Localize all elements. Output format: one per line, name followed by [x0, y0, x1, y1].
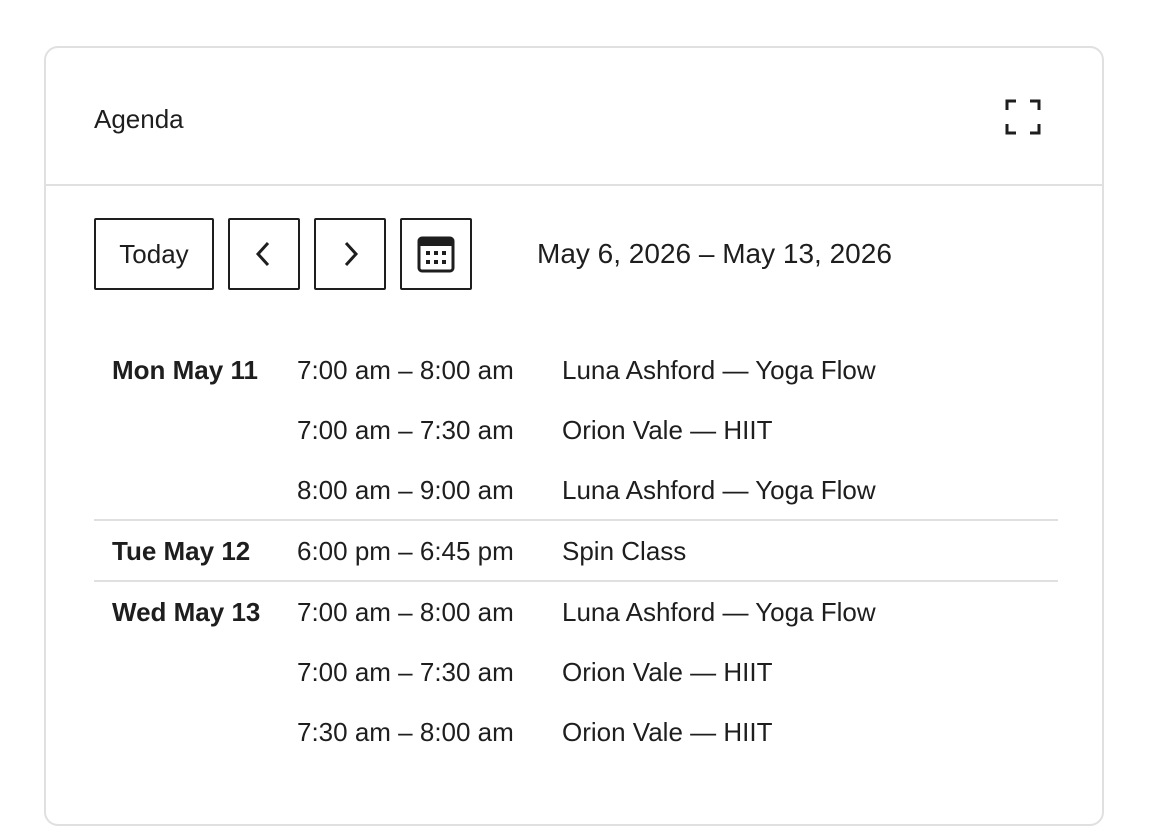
calendar-picker-button[interactable] [400, 218, 472, 290]
agenda-day-group: Mon May 11 7:00 am – 8:00 am Luna Ashfor… [94, 340, 1058, 521]
event-title[interactable]: Luna Ashford — Yoga Flow [562, 597, 876, 627]
event-title[interactable]: Spin Class [562, 536, 686, 566]
event-title[interactable]: Luna Ashford — Yoga Flow [562, 355, 876, 385]
agenda-list: Mon May 11 7:00 am – 8:00 am Luna Ashfor… [94, 340, 1058, 761]
event-title[interactable]: Orion Vale — HIIT [562, 657, 772, 687]
agenda-card: Agenda Today May 6, 2026 – May 13, 2026 … [44, 46, 1104, 826]
agenda-row: Mon May 11 7:00 am – 8:00 am Luna Ashfor… [94, 340, 1058, 400]
event-title[interactable]: Luna Ashford — Yoga Flow [562, 475, 876, 505]
agenda-row: 7:30 am – 8:00 am Orion Vale — HIIT [94, 702, 1058, 761]
event-title[interactable]: Orion Vale — HIIT [562, 415, 772, 445]
fullscreen-button[interactable] [1004, 98, 1042, 136]
agenda-row: 7:00 am – 7:30 am Orion Vale — HIIT [94, 400, 1058, 460]
event-time: 6:00 pm – 6:45 pm [297, 536, 514, 566]
agenda-row: Wed May 13 7:00 am – 8:00 am Luna Ashfor… [94, 582, 1058, 642]
next-button[interactable] [314, 218, 386, 290]
agenda-row: 7:00 am – 7:30 am Orion Vale — HIIT [94, 642, 1058, 702]
day-label: Tue May 12 [112, 536, 251, 566]
agenda-toolbar: Today May 6, 2026 – May 13, 2026 [94, 218, 1054, 290]
today-button[interactable]: Today [94, 218, 214, 290]
card-title: Agenda [94, 104, 184, 134]
chevron-left-icon [255, 241, 270, 267]
event-title[interactable]: Orion Vale — HIIT [562, 717, 772, 747]
calendar-icon [417, 236, 455, 273]
event-time: 7:00 am – 7:30 am [297, 415, 514, 445]
card-header: Agenda [46, 48, 1102, 186]
agenda-day-group: Tue May 12 6:00 pm – 6:45 pm Spin Class [94, 521, 1058, 582]
agenda-row: 8:00 am – 9:00 am Luna Ashford — Yoga Fl… [94, 460, 1058, 519]
date-range-label: May 6, 2026 – May 13, 2026 [537, 238, 892, 269]
day-label: Wed May 13 [112, 597, 261, 627]
event-time: 7:00 am – 8:00 am [297, 597, 514, 627]
event-time: 7:30 am – 8:00 am [297, 717, 514, 747]
previous-button[interactable] [228, 218, 300, 290]
fullscreen-icon [1005, 99, 1041, 135]
day-label: Mon May 11 [112, 355, 258, 385]
chevron-right-icon [344, 241, 359, 267]
event-time: 8:00 am – 9:00 am [297, 475, 514, 505]
event-time: 7:00 am – 7:30 am [297, 657, 514, 687]
agenda-row: Tue May 12 6:00 pm – 6:45 pm Spin Class [94, 521, 1058, 580]
agenda-day-group: Wed May 13 7:00 am – 8:00 am Luna Ashfor… [94, 582, 1058, 761]
event-time: 7:00 am – 8:00 am [297, 355, 514, 385]
